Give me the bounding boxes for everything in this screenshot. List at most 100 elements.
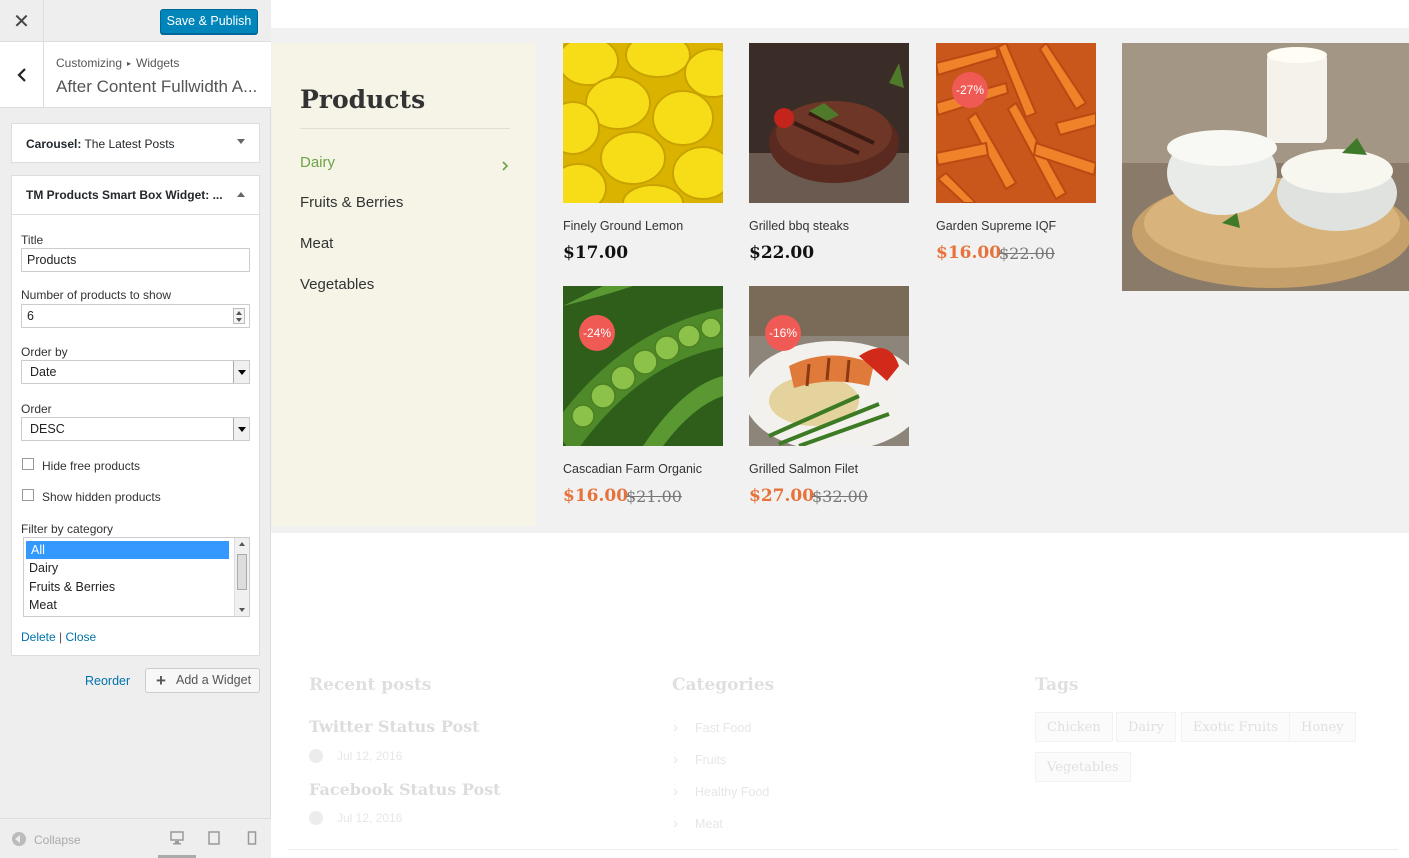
products-widget-header[interactable]: TM Products Smart Box Widget: ... — [12, 176, 259, 215]
product-name[interactable]: Garden Supreme IQF — [936, 219, 1056, 233]
chevron-right-icon — [502, 161, 509, 171]
category-listbox[interactable]: All Dairy Fruits & Berries Meat — [23, 537, 250, 617]
customizer-footer: Collapse — [0, 818, 271, 858]
back-button[interactable] — [0, 42, 44, 108]
tag[interactable]: Honey — [1289, 712, 1356, 742]
category-link[interactable]: Fruits — [673, 751, 726, 768]
product-name[interactable]: Grilled bbq steaks — [749, 219, 849, 233]
collapse-button[interactable]: Collapse — [12, 832, 81, 847]
count-input[interactable]: 6 — [21, 304, 250, 328]
product-image-steak[interactable] — [749, 43, 909, 203]
widget-actions: Delete | Close — [21, 630, 96, 644]
product-price: $16.00 — [936, 243, 1002, 263]
category-option[interactable]: Meat — [24, 596, 249, 614]
category-link[interactable]: Meat — [673, 815, 723, 832]
collapse-arrow-icon[interactable] — [237, 192, 245, 197]
close-link[interactable]: Close — [66, 630, 97, 644]
categories-heading: Categories — [672, 675, 775, 695]
product-card[interactable]: Finely Ground Lemon $17.00 — [563, 43, 723, 263]
product-name[interactable]: Finely Ground Lemon — [563, 219, 683, 233]
menu-item-fruits[interactable]: Fruits & Berries — [300, 194, 403, 211]
tags-heading: Tags — [1035, 675, 1079, 695]
widget-type: Carousel: — [26, 137, 82, 151]
product-card[interactable]: -16% Grilled Salmon Filet $27.00 $32.00 — [749, 286, 909, 506]
divider — [300, 128, 510, 129]
post-date: Jul 12, 2016 — [337, 811, 403, 825]
product-image-lemon[interactable] — [563, 43, 723, 203]
collapse-label: Collapse — [34, 833, 81, 847]
add-widget-button[interactable]: + Add a Widget — [145, 668, 260, 693]
spinner-icon[interactable] — [233, 308, 245, 324]
site-preview: Products Dairy Fruits & Berries Meat Veg… — [271, 0, 1409, 858]
show-hidden-checkbox[interactable] — [22, 489, 34, 501]
tag[interactable]: Exotic Fruits — [1181, 712, 1291, 742]
date-icon — [309, 749, 323, 763]
save-publish-button[interactable]: Save & Publish — [160, 9, 258, 34]
footer-widgets: Recent posts Twitter Status Post Jul 12,… — [271, 595, 1409, 858]
order-label: Order — [21, 402, 52, 416]
product-price: $22.00 — [749, 243, 815, 263]
product-image-peas[interactable]: -24% — [563, 286, 723, 446]
product-price: $27.00 — [749, 486, 815, 506]
menu-item-vegetables[interactable]: Vegetables — [300, 276, 374, 293]
product-card[interactable]: Grilled bbq steaks $22.00 — [749, 43, 909, 263]
count-label: Number of products to show — [21, 288, 172, 302]
section-header: Customizing ▸ Widgets After Content Fullwi… — [0, 42, 271, 108]
breadcrumb-child: Widgets — [136, 56, 180, 70]
menu-item-dairy[interactable]: Dairy — [300, 154, 335, 171]
post-date: Jul 12, 2016 — [337, 749, 403, 763]
customizer-sidebar: ✕ Save & Publish Customizing ▸ Widgets Aft… — [0, 0, 271, 858]
close-icon[interactable]: ✕ — [0, 0, 44, 42]
dairy-banner-image[interactable] — [1122, 43, 1409, 291]
listbox-scrollbar[interactable] — [234, 538, 249, 616]
filter-label: Filter by category — [21, 522, 114, 536]
product-name[interactable]: Grilled Salmon Filet — [749, 462, 858, 476]
dropdown-arrow-icon[interactable] — [233, 361, 249, 383]
product-image-salmon[interactable]: -16% — [749, 286, 909, 446]
product-old-price: $21.00 — [626, 487, 682, 506]
product-price: $17.00 — [563, 243, 629, 263]
title-input[interactable]: Products — [21, 248, 250, 272]
product-image-carrots[interactable]: -27% — [936, 43, 1096, 203]
tablet-icon[interactable] — [208, 831, 220, 845]
hide-free-checkbox[interactable] — [22, 458, 34, 470]
category-option[interactable]: All — [26, 541, 229, 560]
post-title[interactable]: Facebook Status Post — [309, 780, 501, 799]
plus-icon: + — [156, 671, 166, 690]
expand-arrow-icon[interactable] — [237, 139, 245, 144]
menu-item-meat[interactable]: Meat — [300, 235, 333, 252]
dropdown-arrow-icon[interactable] — [233, 418, 249, 440]
orderby-select[interactable]: Date — [21, 360, 250, 384]
category-link[interactable]: Healthy Food — [673, 783, 769, 800]
product-name[interactable]: Cascadian Farm Organic — [563, 462, 702, 476]
category-option[interactable]: Dairy — [24, 559, 249, 577]
desktop-icon[interactable] — [170, 831, 184, 845]
orderby-value: Date — [30, 365, 57, 379]
show-hidden-label: Show hidden products — [42, 490, 161, 504]
actions-separator: | — [59, 630, 63, 644]
products-band: Products Dairy Fruits & Berries Meat Veg… — [271, 28, 1409, 533]
category-option[interactable]: Fruits & Berries — [24, 578, 249, 596]
post-title[interactable]: Twitter Status Post — [309, 717, 480, 736]
product-old-price: $22.00 — [999, 244, 1055, 263]
category-link[interactable]: Fast Food — [673, 719, 751, 736]
hide-free-label: Hide free products — [42, 459, 141, 473]
tag[interactable]: Chicken — [1035, 712, 1113, 742]
product-card[interactable]: -24% Cascadian Farm Organic $16.00 $21.0… — [563, 286, 723, 506]
widget-title: The Latest Posts — [81, 137, 175, 151]
product-price: $16.00 — [563, 486, 629, 506]
delete-link[interactable]: Delete — [21, 630, 56, 644]
discount-badge: -16% — [765, 315, 801, 351]
chevron-left-icon — [17, 68, 26, 82]
tag[interactable]: Dairy — [1116, 712, 1176, 742]
product-old-price: $32.00 — [812, 487, 868, 506]
reorder-link[interactable]: Reorder — [85, 674, 130, 688]
breadcrumb: Customizing ▸ Widgets — [56, 56, 179, 70]
title-label: Title — [21, 233, 44, 247]
carousel-widget-header[interactable]: Carousel: The Latest Posts — [11, 123, 260, 163]
mobile-icon[interactable] — [247, 831, 257, 845]
order-select[interactable]: DESC — [21, 417, 250, 441]
collapse-icon — [12, 832, 26, 846]
product-card[interactable]: -27% Garden Supreme IQF $16.00 $22.00 — [936, 43, 1096, 263]
tag[interactable]: Vegetables — [1035, 752, 1131, 782]
